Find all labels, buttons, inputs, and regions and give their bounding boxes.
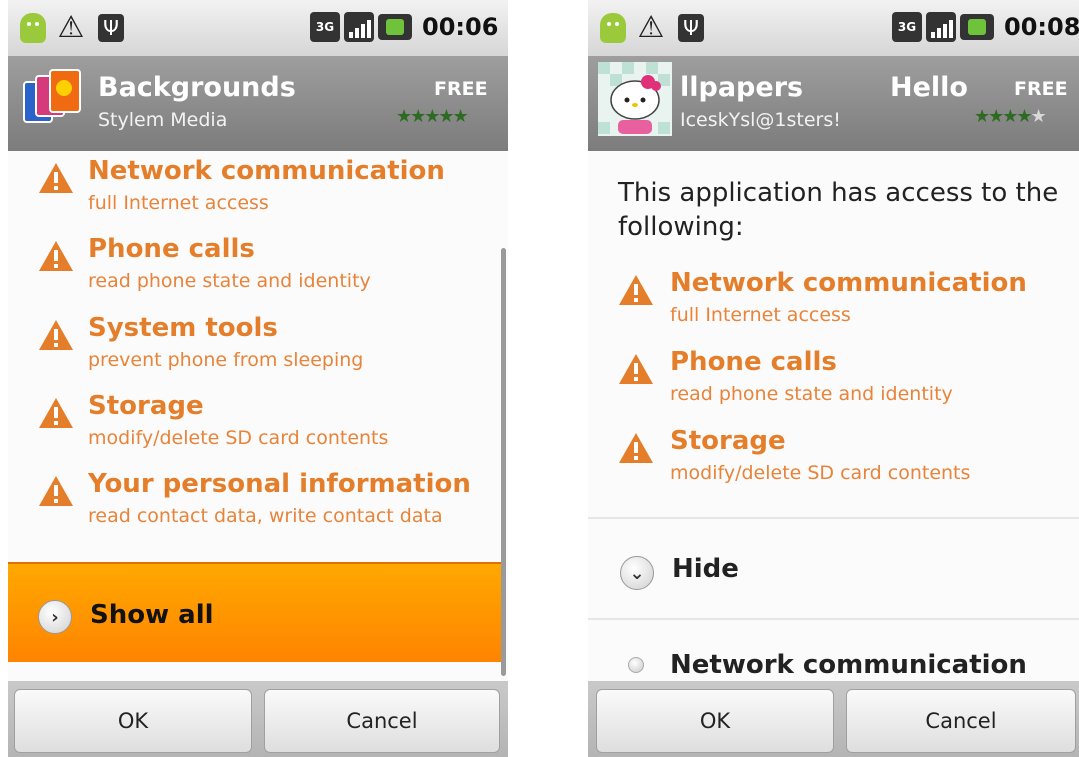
cancel-button[interactable]: Cancel: [264, 689, 500, 753]
permission-title: Storage: [670, 426, 786, 456]
warning-icon: ⚠: [57, 10, 85, 45]
phone-screen-left: ⚠ Ψ 3G 00:06 Backgrounds Stylem Media FR…: [8, 0, 508, 757]
permission-title: Storage: [88, 391, 204, 421]
permission-title: Network communication: [670, 268, 1027, 298]
permission-desc: read phone state and identity: [88, 270, 371, 292]
access-intro: This application has access to the follo…: [618, 178, 1059, 242]
price-label: FREE: [1014, 78, 1068, 100]
android-icon: [596, 10, 630, 46]
app-title-right: Hello: [890, 72, 968, 103]
show-all-label: Show all: [90, 600, 214, 630]
permission-item: Storage modify/delete SD card contents: [8, 391, 508, 461]
scrollbar[interactable]: [501, 248, 506, 676]
status-time: 00:06: [422, 13, 499, 41]
permission-item: Phone calls read phone state and identit…: [588, 347, 1079, 417]
ok-button[interactable]: OK: [14, 689, 252, 753]
phone-screen-right: ⚠ Ψ 3G 00:08 llpapers Hello IceskYsl@1st…: [588, 0, 1079, 757]
usb-icon: Ψ: [674, 10, 708, 46]
status-bar: ⚠ Ψ 3G 00:06: [8, 0, 508, 56]
android-icon: [16, 10, 50, 46]
price-label: FREE: [434, 78, 488, 100]
backgrounds-app-icon: [23, 69, 81, 123]
divider: [588, 618, 1079, 620]
permission-item: Network communication full Internet acce…: [588, 268, 1079, 338]
hide-button[interactable]: ⌄ Hide: [588, 520, 1079, 618]
warning-icon: ⚠: [637, 10, 665, 45]
ok-button[interactable]: OK: [596, 689, 834, 753]
permission-title: Phone calls: [670, 347, 837, 377]
permission-desc: read contact data, write contact data: [88, 505, 443, 527]
battery-icon: [960, 14, 994, 40]
warning-icon: [619, 433, 653, 463]
chevron-right-icon: ›: [38, 600, 72, 634]
divider: [588, 517, 1079, 519]
signal-icon: [926, 12, 956, 42]
app-developer: Stylem Media: [98, 109, 228, 131]
chevron-down-icon: ⌄: [620, 556, 654, 590]
app-title: llpapers: [680, 72, 804, 103]
status-time: 00:08: [1004, 13, 1079, 41]
3g-icon: 3G: [892, 12, 922, 42]
status-right: 3G 00:08: [892, 12, 1079, 42]
rating-stars: ★★★★★: [974, 106, 1047, 127]
app-header: Backgrounds Stylem Media FREE ★★★★★: [8, 56, 508, 151]
permission-title: Phone calls: [88, 234, 255, 264]
warning-icon: [39, 241, 73, 271]
battery-icon: [378, 14, 412, 40]
permission-desc: prevent phone from sleeping: [88, 349, 364, 371]
permission-item: Network communication full Internet acce…: [8, 156, 508, 226]
signal-icon: [344, 12, 374, 42]
cancel-button[interactable]: Cancel: [846, 689, 1076, 753]
rating-stars: ★★★★★: [396, 106, 469, 127]
permission-desc: full Internet access: [88, 192, 269, 214]
permission-item: Storage modify/delete SD card contents: [588, 426, 1079, 496]
permission-item: System tools prevent phone from sleeping: [8, 313, 508, 383]
button-bar: OK Cancel: [8, 681, 508, 757]
usb-icon: Ψ: [94, 10, 128, 46]
warning-icon: [39, 398, 73, 428]
hello-kitty-app-icon: [598, 62, 672, 136]
show-all-button[interactable]: › Show all: [8, 562, 501, 662]
app-header: llpapers Hello IceskYsl@1sters! FREE ★★★…: [588, 56, 1079, 151]
warning-icon: [619, 354, 653, 384]
status-right: 3G 00:06: [310, 12, 498, 42]
3g-icon: 3G: [310, 12, 340, 42]
hide-label: Hide: [672, 554, 739, 584]
warning-icon: [39, 163, 73, 193]
permission-desc: modify/delete SD card contents: [88, 427, 389, 449]
warning-icon: [39, 476, 73, 506]
app-developer: IceskYsl@1sters!: [680, 109, 841, 131]
button-bar: OK Cancel: [588, 681, 1079, 757]
permission-desc: modify/delete SD card contents: [670, 462, 971, 484]
warning-icon: [619, 275, 653, 305]
warning-icon: [39, 320, 73, 350]
permission-item: Your personal information read contact d…: [8, 469, 508, 539]
permission-title: Network communication: [88, 156, 445, 186]
bullet-icon: [628, 657, 644, 673]
permission-title: System tools: [88, 313, 278, 343]
permission-list-label: Network communication: [670, 650, 1027, 680]
app-title: Backgrounds: [98, 72, 296, 103]
permission-desc: full Internet access: [670, 304, 851, 326]
permission-title: Your personal information: [88, 469, 471, 499]
permission-item: Phone calls read phone state and identit…: [8, 234, 508, 304]
status-bar: ⚠ Ψ 3G 00:08: [588, 0, 1079, 56]
permission-desc: read phone state and identity: [670, 383, 953, 405]
